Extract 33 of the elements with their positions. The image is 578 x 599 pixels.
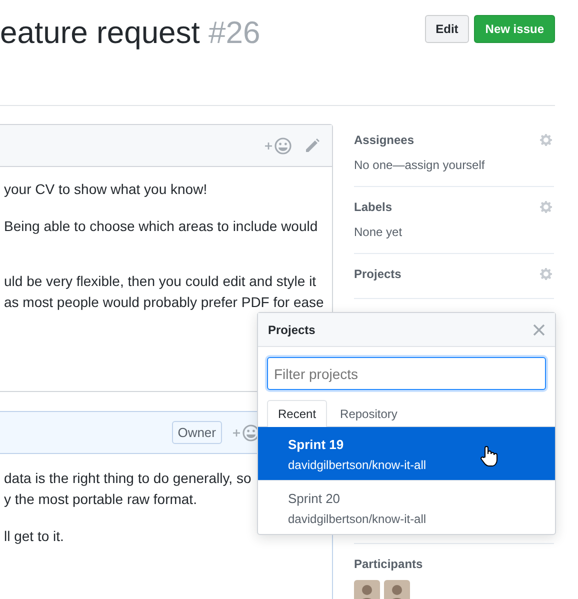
settings-icon[interactable] <box>538 266 554 282</box>
project-name: Sprint 20 <box>288 490 342 507</box>
avatar <box>354 580 380 599</box>
settings-icon[interactable] <box>538 199 554 215</box>
project-item[interactable]: Sprint 20 davidgilbertson/know-it-all <box>258 481 555 534</box>
edit-button[interactable]: Edit <box>424 15 470 43</box>
comment-text: data is the right thing to do generally, so y the most portable raw format. <box>4 469 252 509</box>
menu-tab[interactable]: Recent <box>267 400 328 427</box>
section-value: No one—assign yourself <box>354 158 486 172</box>
section-title[interactable]: Projects <box>354 267 402 281</box>
filter-field[interactable]: Filter projects <box>267 357 546 390</box>
menu-tab[interactable]: Repository <box>329 400 408 427</box>
issue-title: eature request #26 <box>0 15 260 51</box>
owner-label: Owner <box>172 421 222 444</box>
dropdown-title: Projects <box>268 322 316 336</box>
section-value: None yet <box>354 225 404 239</box>
project-item[interactable]: Sprint 19 davidgilbertson/know-it-all <box>258 427 555 481</box>
comment-text: uld be very flexible, then you could edit and style it as most people would probably prefer PDF for ease <box>4 272 324 312</box>
project-repo: davidgilbertson/know-it-all <box>288 512 428 526</box>
section-title[interactable]: Assignees <box>354 133 414 147</box>
comment-text: Being able to choose which areas to include would <box>4 217 318 236</box>
comment-text: your CV to show what you know! <box>4 180 208 199</box>
hand-cursor-icon <box>480 445 498 467</box>
close-icon[interactable] <box>533 324 545 336</box>
project-name: Sprint 19 <box>288 436 345 453</box>
comment-text: ll get to it. <box>4 527 64 546</box>
edit-pencil-icon[interactable] <box>304 138 320 154</box>
settings-icon[interactable] <box>538 132 554 148</box>
section-title[interactable]: Participants <box>354 557 423 571</box>
project-repo: davidgilbertson/know-it-all <box>288 458 428 472</box>
avatar <box>384 580 410 599</box>
add-reaction-icon[interactable] <box>264 136 294 154</box>
section-title[interactable]: Labels <box>354 200 392 214</box>
